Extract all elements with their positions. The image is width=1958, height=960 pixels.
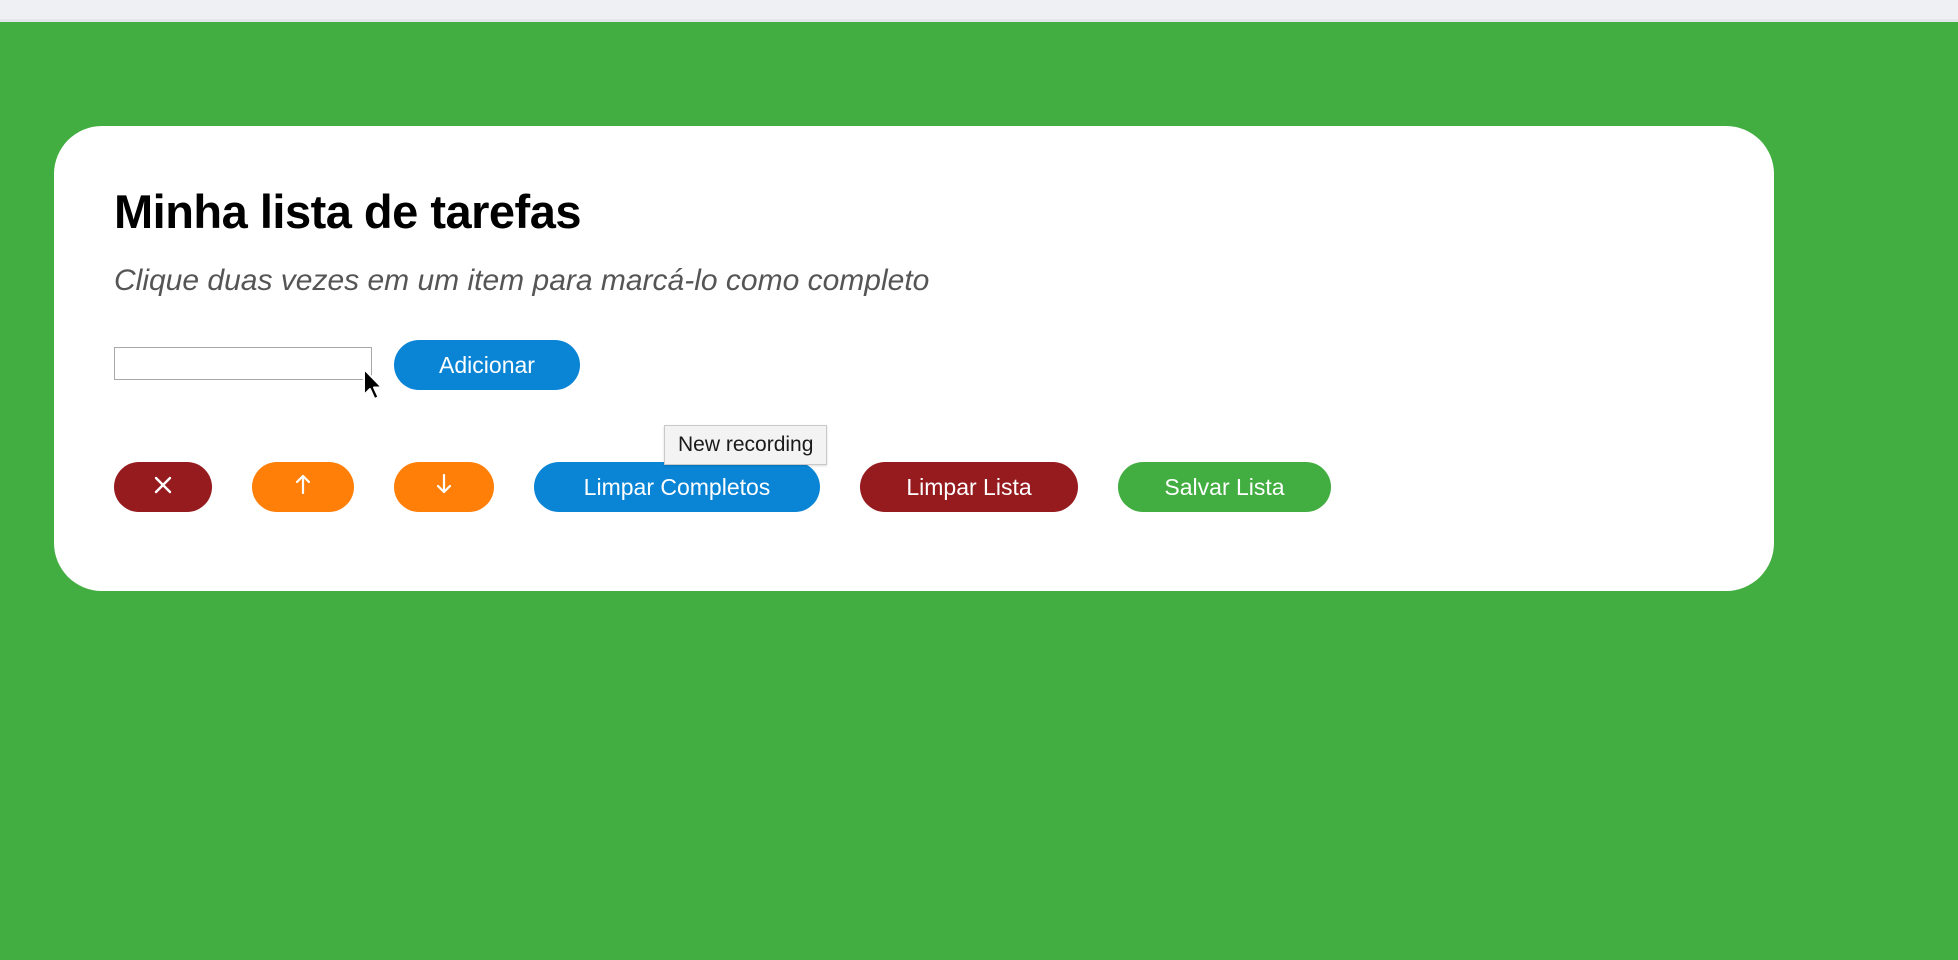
arrow-down-icon (435, 473, 453, 501)
move-down-button[interactable] (394, 462, 494, 512)
add-button-label: Adicionar (439, 351, 535, 378)
save-list-label: Salvar Lista (1164, 473, 1285, 500)
task-input[interactable] (114, 347, 372, 380)
tooltip: New recording (664, 425, 828, 465)
page-title: Minha lista de tarefas (114, 185, 582, 238)
save-list-button[interactable]: Salvar Lista (1118, 462, 1331, 512)
page-subtitle: Clique duas vezes em um item para marcá-… (114, 264, 930, 297)
clear-completed-button[interactable]: Limpar Completos (534, 462, 820, 512)
arrow-up-icon (294, 473, 312, 501)
browser-top-strip (0, 0, 1958, 22)
delete-item-button[interactable] (114, 462, 212, 512)
tooltip-text: New recording (678, 433, 814, 456)
clear-completed-label: Limpar Completos (583, 473, 771, 500)
move-up-button[interactable] (252, 462, 354, 512)
clear-list-label: Limpar Lista (906, 473, 1032, 500)
todo-card: Minha lista de tarefas Clique duas vezes… (54, 126, 1774, 591)
clear-list-button[interactable]: Limpar Lista (860, 462, 1078, 512)
x-icon (153, 474, 173, 501)
mouse-cursor-icon (362, 367, 386, 403)
add-button[interactable]: Adicionar (394, 340, 580, 390)
